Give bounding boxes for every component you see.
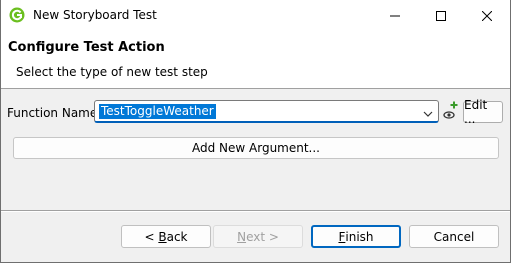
function-name-label: Function Name: bbox=[7, 106, 102, 120]
window-title: New Storyboard Test bbox=[33, 8, 157, 22]
minimize-button[interactable] bbox=[372, 0, 418, 31]
wizard-header: Configure Test Action Select the type of… bbox=[1, 31, 510, 89]
page-title: Configure Test Action bbox=[8, 40, 165, 55]
back-label-prefix: < bbox=[144, 229, 159, 244]
cancel-button[interactable]: Cancel bbox=[409, 225, 499, 248]
next-label-mnemonic: N bbox=[237, 229, 247, 244]
finish-button[interactable]: Finish bbox=[311, 225, 401, 248]
maximize-button[interactable] bbox=[418, 0, 464, 31]
next-label-rest: ext > bbox=[246, 229, 279, 244]
edit-button[interactable]: Edit ... bbox=[463, 98, 503, 126]
show-function-icon[interactable] bbox=[443, 101, 459, 121]
divider-highlight bbox=[1, 211, 510, 212]
add-new-argument-button[interactable]: Add New Argument... bbox=[13, 137, 499, 159]
back-label-rest: ack bbox=[166, 229, 188, 244]
app-logo-icon bbox=[9, 7, 25, 23]
back-label-mnemonic: B bbox=[158, 229, 167, 244]
finish-label-rest: inish bbox=[345, 229, 374, 244]
function-name-combobox[interactable]: TestToggleWeather bbox=[94, 100, 439, 123]
chevron-down-icon[interactable] bbox=[423, 107, 433, 121]
title-bar: New Storyboard Test bbox=[1, 0, 510, 31]
close-icon bbox=[482, 10, 492, 21]
next-button[interactable]: Next > bbox=[213, 225, 303, 248]
maximize-icon bbox=[436, 10, 446, 21]
close-button[interactable] bbox=[464, 0, 510, 31]
minimize-icon bbox=[390, 15, 400, 16]
page-description: Select the type of new test step bbox=[16, 65, 208, 79]
back-button[interactable]: < Back bbox=[121, 225, 211, 248]
dialog-window: New Storyboard Test Configure Test Actio… bbox=[0, 0, 511, 263]
finish-label-mnemonic: F bbox=[338, 229, 346, 244]
function-name-value[interactable]: TestToggleWeather bbox=[99, 104, 216, 119]
